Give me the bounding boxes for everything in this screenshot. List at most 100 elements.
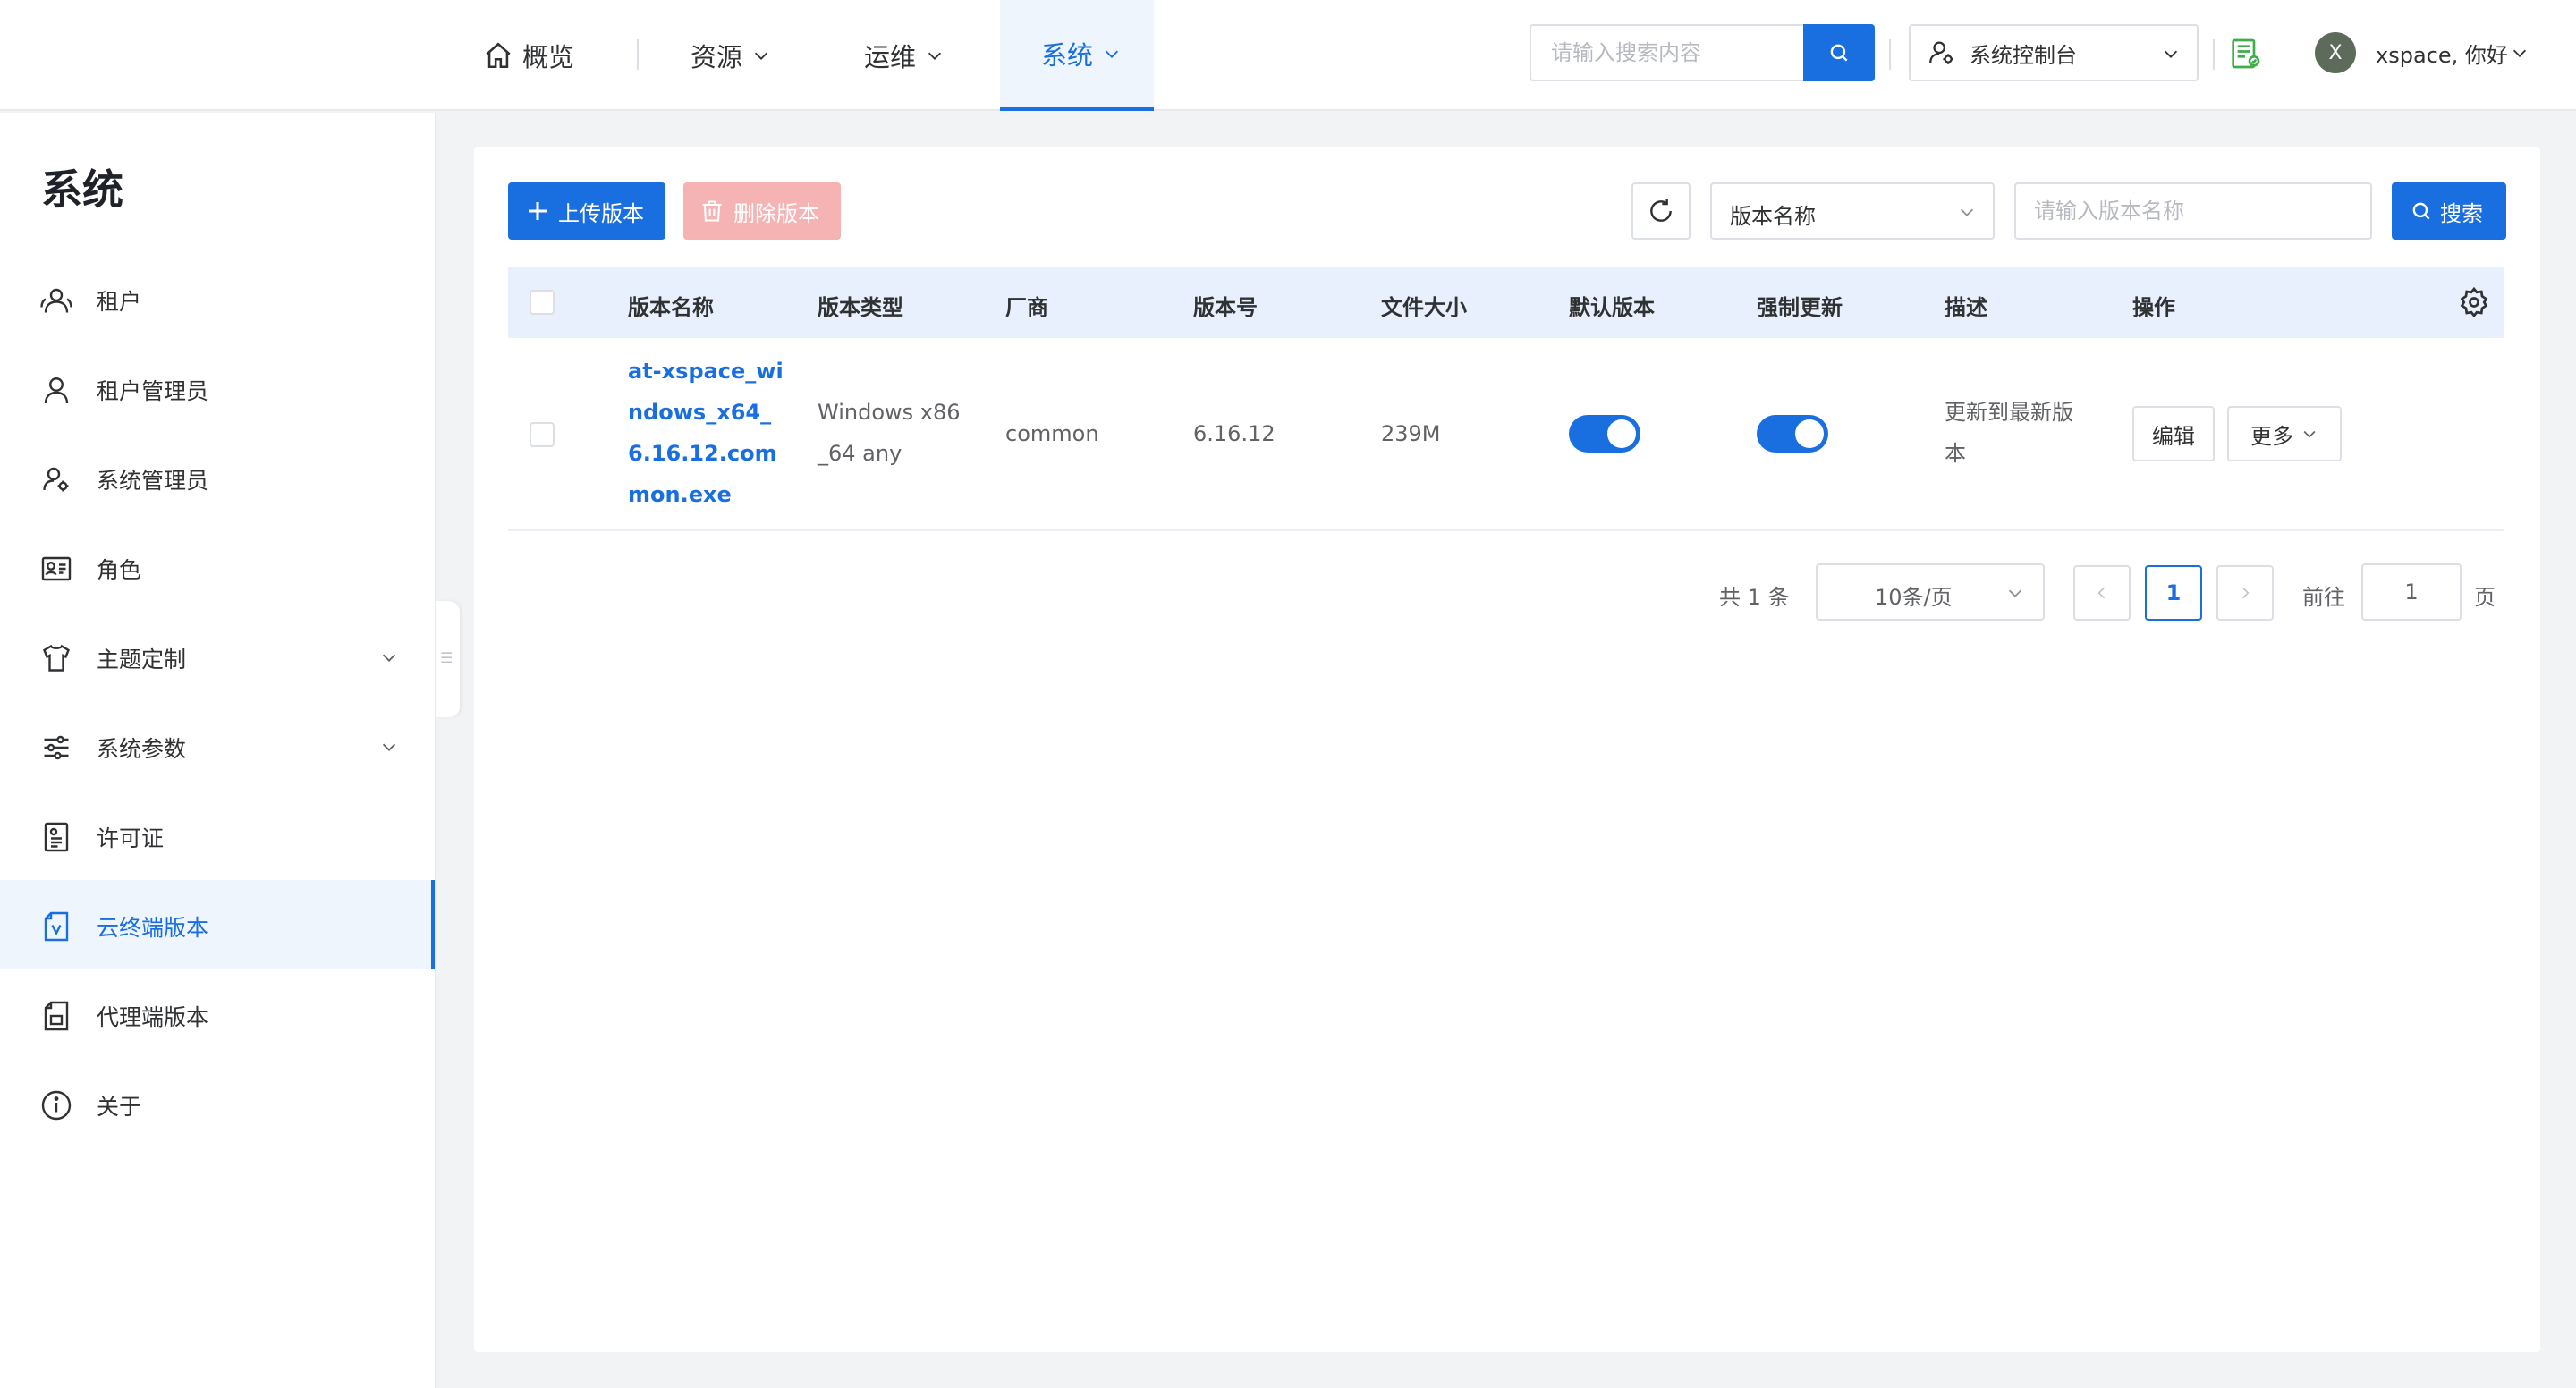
page-number-button[interactable]: 1 [2145,565,2202,621]
sidebar-item-system-params[interactable]: 系统参数 [0,701,435,791]
upload-version-button[interactable]: 上传版本 [508,182,665,240]
chevron-down-icon [382,654,396,662]
refresh-icon [1650,199,1672,222]
top-navbar: 概览 资源 运维 系统 系统控制台 X xspace, 你好 [0,0,2576,111]
sidebar-collapse-handle[interactable]: ☰ [436,601,460,717]
chevron-down-icon[interactable] [2510,43,2529,63]
column-header-size[interactable]: 文件大小 [1381,290,1467,321]
user-greeting[interactable]: xspace, 你好 [2376,38,2508,69]
chevron-down-icon [928,52,942,60]
sidebar: 系统 租户 租户管理员 系统管理员 角色 主题定制 系统参数 许可证 云终端版本… [0,113,436,1388]
sidebar-item-cloud-terminal-versions[interactable]: 云终端版本 [0,880,435,969]
chevron-down-icon [1105,50,1119,58]
version-name-line: at-xspace_wi [628,359,784,384]
more-button[interactable]: 更多 [2227,406,2342,461]
chevron-down-icon [2008,589,2022,597]
sidebar-item-label: 云终端版本 [97,915,209,941]
chevron-left-icon [2097,587,2106,599]
version-list-card: 上传版本 删除版本 版本名称 搜索 版本名称 版本类型 厂商 版本号 文件大小 … [474,147,2540,1352]
version-name-line: ndows_x64_ [628,400,772,425]
nav-ops[interactable]: 运维 [855,0,945,111]
sidebar-item-tenant-admins[interactable]: 租户管理员 [0,343,435,433]
id-card-icon [41,556,72,581]
chevron-down-icon [754,52,768,60]
nav-system[interactable]: 系统 [1000,0,1154,111]
sidebar-item-label: 租户 [97,289,142,315]
column-header-force-update[interactable]: 强制更新 [1757,290,1843,321]
search-button[interactable]: 搜索 [2392,182,2506,240]
edit-button-label: 编辑 [2152,423,2195,449]
sliders-icon [44,735,69,760]
avatar[interactable]: X [2315,32,2356,73]
edit-button[interactable]: 编辑 [2132,406,2215,461]
chevron-down-icon [382,743,396,751]
row-checkbox[interactable] [530,422,555,447]
console-select[interactable]: 系统控制台 [1909,24,2199,81]
pagination-total: 共 1 条 [1719,585,1790,610]
version-name-link[interactable]: at-xspace_wi ndows_x64_ 6.16.12.com mon.… [628,351,784,515]
search-icon [1830,44,1848,62]
table-header: 版本名称 版本类型 厂商 版本号 文件大小 默认版本 强制更新 描述 操作 [508,267,2504,338]
version-number-cell: 6.16.12 [1193,421,1275,446]
sidebar-item-label: 租户管理员 [97,378,209,404]
default-version-toggle[interactable] [1569,415,1640,453]
global-search [1530,24,1875,81]
select-all-checkbox[interactable] [530,290,555,315]
header-divider [1889,39,1891,70]
user-gear-icon [43,467,69,492]
sidebar-item-roles[interactable]: 角色 [0,522,435,612]
collapse-icon: ☰ [440,649,453,666]
sidebar-item-about[interactable]: 关于 [0,1059,435,1148]
user-icon [44,377,69,404]
agent-file-icon [44,1001,69,1031]
force-update-toggle[interactable] [1757,415,1828,453]
vendor-cell: common [1005,421,1099,446]
delete-version-button[interactable]: 删除版本 [683,182,841,240]
plus-icon [529,202,547,220]
column-header-actions: 操作 [2132,295,2175,320]
user-settings-icon [1929,41,1953,64]
filter-field-select[interactable]: 版本名称 [1710,182,1995,240]
sidebar-item-label: 关于 [97,1094,142,1120]
column-settings-icon[interactable] [2458,286,2490,318]
column-header-default[interactable]: 默认版本 [1569,290,1655,321]
chevron-down-icon [2164,50,2178,58]
next-page-button[interactable] [2216,565,2274,621]
refresh-button[interactable] [1631,182,1690,240]
version-file-icon [44,911,69,942]
column-header-vendor[interactable]: 厂商 [1005,290,1048,321]
goto-label: 前往 [2302,585,2345,610]
global-search-button[interactable] [1803,24,1875,81]
upload-version-label: 上传版本 [558,200,644,226]
version-name-line: 6.16.12.com [628,441,777,466]
column-header-name[interactable]: 版本名称 [628,290,714,321]
goto-page-input[interactable] [2361,563,2462,621]
nav-separator [637,39,639,70]
license-icon[interactable] [2227,36,2263,72]
global-search-input[interactable] [1531,26,1801,80]
nav-ops-label: 运维 [864,42,917,72]
console-select-value: 系统控制台 [1970,42,2077,68]
sidebar-item-system-admins[interactable]: 系统管理员 [0,433,435,522]
sidebar-item-label: 代理端版本 [97,1004,209,1030]
column-header-version[interactable]: 版本号 [1193,290,1258,321]
version-name-input[interactable] [2014,182,2372,240]
page-size-select[interactable]: 10条/页 [1816,563,2045,621]
sidebar-item-agent-versions[interactable]: 代理端版本 [0,969,435,1059]
nav-home-label: 概览 [522,42,575,72]
chevron-down-icon [2303,430,2316,438]
chevron-right-icon [2241,587,2250,599]
sidebar-item-license[interactable]: 许可证 [0,791,435,880]
column-header-type[interactable]: 版本类型 [818,290,903,321]
sidebar-item-tenants[interactable]: 租户 [0,254,435,343]
prev-page-button[interactable] [2073,565,2131,621]
sidebar-item-theme[interactable]: 主题定制 [0,612,435,701]
nav-resources[interactable]: 资源 [682,0,771,111]
trash-icon [702,200,722,222]
nav-home[interactable]: 概览 [483,0,583,111]
more-button-label: 更多 [2250,423,2293,449]
sidebar-item-label: 系统参数 [97,736,187,762]
column-header-description[interactable]: 描述 [1945,290,1987,321]
info-icon [41,1090,72,1121]
nav-system-label: 系统 [1040,40,1093,71]
